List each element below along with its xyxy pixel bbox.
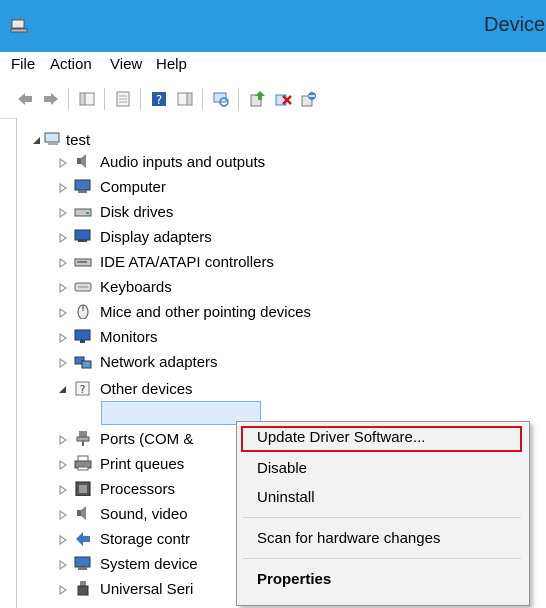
menu-item-update-driver[interactable]: Update Driver Software... (257, 429, 425, 446)
tree-item-label: System device (100, 556, 198, 573)
toolbar-separator (140, 88, 141, 110)
device-manager-icon (10, 17, 28, 33)
tree-item-label: Storage contr (100, 531, 191, 548)
action-pane-icon[interactable] (176, 90, 194, 108)
mouse-icon (77, 304, 89, 319)
update-driver-icon[interactable] (248, 90, 266, 108)
window-title: Device (484, 14, 546, 36)
tree-item-label: Other devices (100, 381, 193, 398)
menu-item-scan[interactable]: Scan for hardware changes (257, 530, 440, 547)
menu-help[interactable]: Help (156, 56, 187, 73)
chevron-right-icon[interactable] (58, 183, 68, 193)
tree-item[interactable]: Audio inputs and outputs (50, 150, 350, 174)
menu-item-properties[interactable]: Properties (257, 571, 331, 588)
port-icon (76, 431, 90, 446)
tree-item[interactable]: Monitors (50, 325, 350, 349)
chevron-down-icon[interactable] (58, 385, 68, 395)
tree-item[interactable]: ? Other devices (50, 377, 350, 401)
tree-item-label: Monitors (100, 329, 158, 346)
menu-bar: File Action View Help (0, 52, 546, 80)
chevron-right-icon[interactable] (58, 460, 68, 470)
chevron-right-icon[interactable] (58, 585, 68, 595)
tree-item-label: Network adapters (100, 354, 218, 371)
processor-icon (75, 481, 91, 496)
chevron-right-icon[interactable] (58, 208, 68, 218)
menu-divider (243, 558, 521, 559)
unknown-device-icon: ? (75, 381, 90, 396)
sound-icon (77, 506, 86, 520)
chevron-right-icon[interactable] (58, 535, 68, 545)
chevron-right-icon[interactable] (58, 435, 68, 445)
tree-item-label: Mice and other pointing devices (100, 304, 311, 321)
menu-item-uninstall[interactable]: Uninstall (257, 489, 315, 506)
tree-item-label: Processors (100, 481, 176, 498)
menu-action[interactable]: Action (50, 56, 92, 73)
toolbar-separator (104, 88, 105, 110)
tree-root-label: test (66, 132, 91, 149)
tree-item-label: Keyboards (100, 279, 172, 296)
computer-icon (74, 179, 91, 193)
monitor-icon (74, 329, 91, 343)
title-bar: Device (0, 0, 546, 52)
toolbar-separator (238, 88, 239, 110)
chevron-down-icon[interactable] (32, 136, 42, 146)
forward-icon[interactable] (42, 90, 60, 108)
tree-item[interactable]: Computer (50, 175, 350, 199)
help-icon[interactable]: ? (150, 90, 168, 108)
tree-item-label: Audio inputs and outputs (100, 154, 266, 171)
chevron-right-icon[interactable] (58, 308, 68, 318)
show-hide-tree-icon[interactable] (78, 90, 96, 108)
menu-divider (243, 517, 521, 518)
storage-icon (76, 532, 90, 546)
tree-item[interactable]: Display adapters (50, 225, 350, 249)
tree-item-label: IDE ATA/ATAPI controllers (100, 254, 274, 271)
network-icon (74, 356, 92, 369)
tree-item-label: Disk drives (100, 204, 174, 221)
chevron-right-icon[interactable] (58, 233, 68, 243)
tree-root[interactable]: test (30, 128, 230, 152)
tree-item[interactable]: IDE ATA/ATAPI controllers (50, 250, 350, 274)
ide-icon (74, 258, 92, 267)
toolbar-separator (202, 88, 203, 110)
chevron-right-icon[interactable] (58, 258, 68, 268)
uninstall-icon[interactable] (274, 90, 292, 108)
toolbar: ? (0, 80, 546, 119)
tree-item-label: Display adapters (100, 229, 212, 246)
properties-icon[interactable] (114, 90, 132, 108)
display-icon (74, 229, 91, 242)
toolbar-separator (68, 88, 69, 110)
tree-item-label: Universal Seri (100, 581, 194, 598)
chevron-right-icon[interactable] (58, 358, 68, 368)
usb-icon (77, 581, 89, 596)
tree-item-label: Computer (100, 179, 166, 196)
menu-view[interactable]: View (110, 56, 142, 73)
speaker-icon (77, 154, 86, 168)
keyboard-icon (74, 282, 92, 292)
system-icon (74, 556, 91, 570)
chevron-right-icon[interactable] (58, 333, 68, 343)
disk-icon (74, 208, 92, 217)
scan-icon[interactable] (212, 90, 230, 108)
tree-item[interactable]: Disk drives (50, 200, 350, 224)
chevron-right-icon[interactable] (58, 485, 68, 495)
disable-icon[interactable] (300, 90, 318, 108)
menu-item-disable[interactable]: Disable (257, 460, 307, 477)
printer-icon (74, 455, 92, 471)
tree-item-label: Sound, video (100, 506, 188, 523)
context-menu: Update Driver Software... Disable Uninst… (236, 421, 530, 606)
back-icon[interactable] (16, 90, 34, 108)
svg-text:?: ? (156, 93, 162, 107)
tree-item-label: Print queues (100, 456, 185, 473)
tree-item[interactable]: Keyboards (50, 275, 350, 299)
tree-item-label: Ports (COM & (100, 431, 194, 448)
chevron-right-icon[interactable] (58, 158, 68, 168)
chevron-right-icon[interactable] (58, 283, 68, 293)
tree-item[interactable]: Network adapters (50, 350, 350, 374)
chevron-right-icon[interactable] (58, 560, 68, 570)
menu-file[interactable]: File (11, 56, 35, 73)
chevron-right-icon[interactable] (58, 510, 68, 520)
svg-text:?: ? (80, 383, 86, 396)
computer-root-icon (44, 132, 60, 145)
tree-item[interactable]: Mice and other pointing devices (50, 300, 350, 324)
